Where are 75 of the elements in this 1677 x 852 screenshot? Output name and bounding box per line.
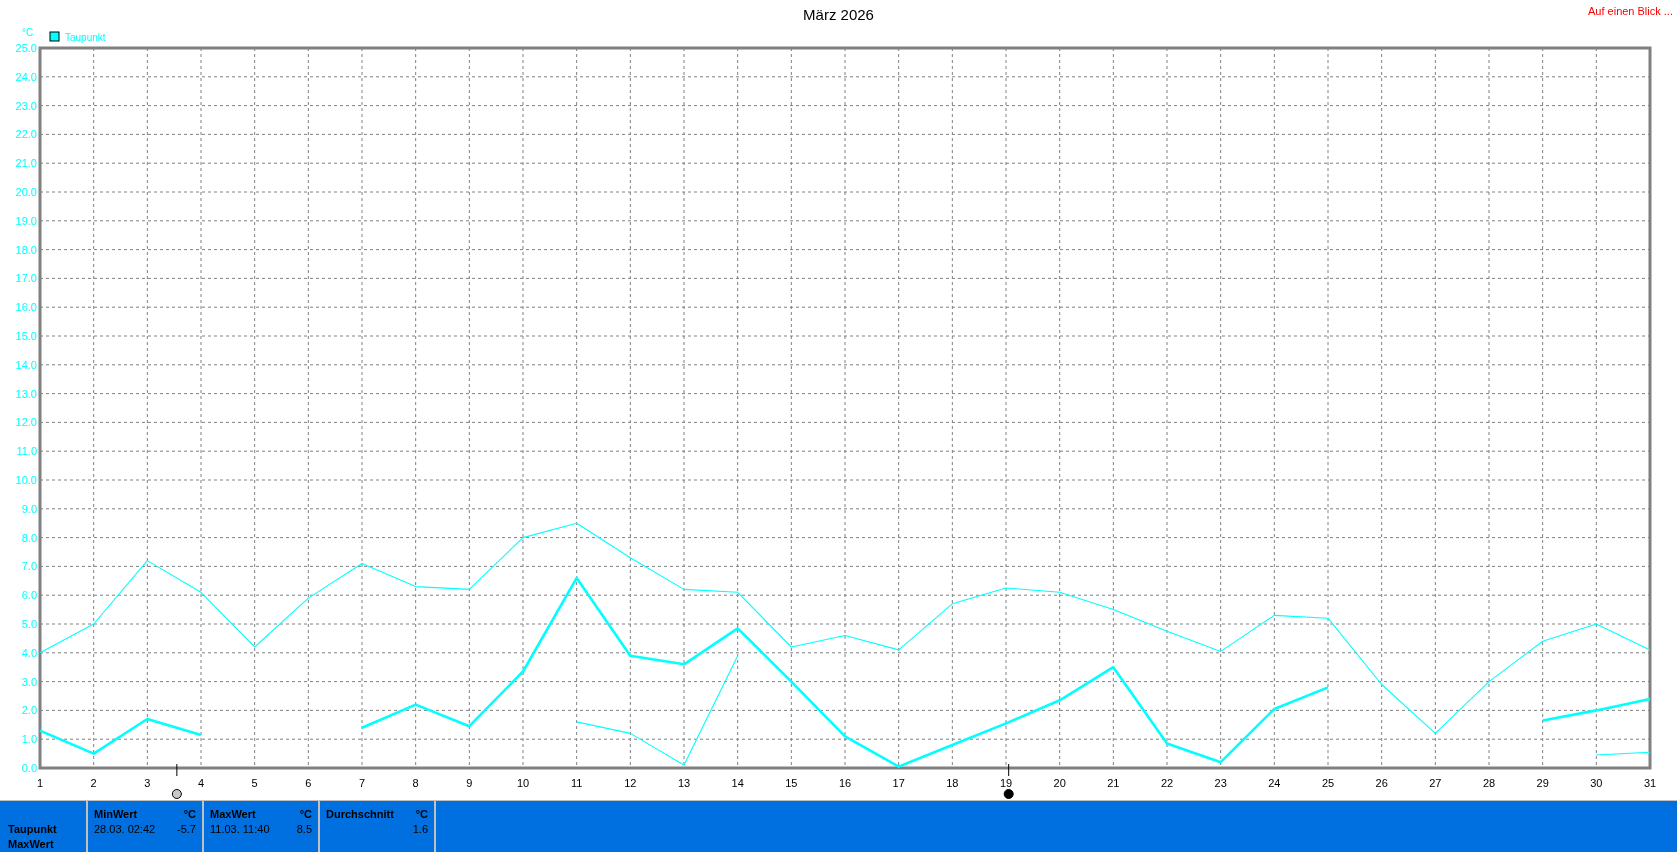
y-axis-label: 19.0	[15, 214, 37, 227]
y-axis-label: 3.0	[21, 675, 37, 688]
x-axis-label: 22	[1160, 777, 1174, 789]
y-axis-label: 14.0	[15, 358, 37, 371]
x-axis-label: 24	[1268, 777, 1281, 789]
y-axis-label: 21.0	[15, 157, 37, 170]
y-axis-label: 16.0	[15, 301, 37, 314]
x-axis-label: 14	[731, 777, 744, 789]
x-axis-label: 5	[251, 777, 258, 789]
y-axis-label: 7.0	[21, 560, 37, 573]
x-axis-label: 15	[785, 777, 798, 789]
x-axis-label: 29	[1536, 777, 1549, 789]
unit-label: °C	[299, 807, 312, 822]
y-axis-label: 1.0	[21, 733, 37, 746]
chart-title: März 2026	[803, 5, 874, 23]
x-axis-label: 20	[1053, 777, 1066, 789]
x-axis-label: 27	[1429, 777, 1442, 789]
y-axis-label: 4.0	[21, 646, 37, 659]
stat-value: 1.6	[412, 822, 428, 837]
unit-label: °C	[183, 807, 196, 822]
row-label: Taupunkt	[8, 822, 58, 837]
legend-label: Taupunkt	[65, 31, 106, 43]
y-axis-label: 5.0	[21, 618, 37, 630]
row-label: MaxWert	[8, 837, 55, 852]
x-axis-label: 18	[946, 777, 959, 789]
x-axis-label: 19	[999, 777, 1013, 789]
y-axis-label: 15.0	[15, 330, 37, 342]
y-axis-label: 12.0	[15, 416, 37, 429]
x-axis-label: 4	[197, 777, 205, 789]
x-axis-label: 26	[1375, 777, 1388, 789]
y-axis-label: 11.0	[16, 445, 37, 458]
x-axis-label: 3	[144, 777, 151, 789]
x-axis-label: 10	[516, 777, 530, 789]
x-axis-label: 8	[412, 777, 419, 789]
x-axis-label: 13	[677, 777, 691, 789]
y-axis-label: 20.0	[15, 186, 37, 198]
x-axis-label: 11	[570, 777, 583, 789]
x-axis-label: 9	[466, 777, 473, 789]
y-axis-label: 6.0	[21, 589, 37, 602]
y-axis-label: 9.0	[21, 502, 37, 515]
y-axis-label: 8.0	[21, 531, 37, 544]
x-axis-label: 2	[90, 777, 97, 789]
x-axis-label: 1	[36, 777, 44, 789]
y-axis-label: 10.0	[15, 474, 37, 486]
x-axis-label: 30	[1590, 777, 1603, 789]
x-axis-label: 25	[1321, 777, 1335, 789]
x-axis-label: 31	[1643, 777, 1657, 789]
column-header: Durchschnitt	[326, 807, 394, 822]
timestamp: 28.03. 02:42	[94, 822, 156, 837]
stat-value: 8.5	[296, 822, 312, 837]
timestamp: 11.03. 11:40	[210, 822, 270, 837]
x-axis-label: 12	[624, 777, 637, 789]
y-axis-label: 23.0	[15, 99, 37, 112]
y-axis-label: 17.0	[15, 272, 37, 285]
x-axis-label: 21	[1107, 777, 1120, 789]
x-axis-label: 16	[838, 777, 852, 789]
unit-label: °C	[415, 807, 428, 822]
y-axis-label: 2.0	[21, 704, 37, 717]
y-axis-label: 13.0	[15, 387, 37, 400]
unit-label: °C	[22, 28, 34, 38]
y-axis-label: 0.0	[21, 762, 37, 774]
x-axis-label: 23	[1214, 777, 1227, 789]
stat-value: -5.7	[177, 822, 196, 837]
x-axis-label: 7	[358, 777, 366, 789]
x-axis-label: 17	[892, 777, 905, 789]
y-axis-label: 22.0	[15, 128, 37, 141]
dark-moon-icon	[1003, 763, 1014, 799]
overview-link[interactable]: Auf einen Blick ...	[1588, 5, 1673, 17]
y-axis-label: 25.0	[15, 42, 37, 54]
column-header: MinWert	[94, 807, 138, 822]
y-axis-label: 18.0	[15, 243, 37, 256]
x-axis-label: 28	[1482, 777, 1496, 789]
y-axis-label: 24.0	[15, 70, 37, 83]
x-axis-label: 6	[305, 777, 312, 789]
column-header: MaxWert	[210, 807, 256, 822]
